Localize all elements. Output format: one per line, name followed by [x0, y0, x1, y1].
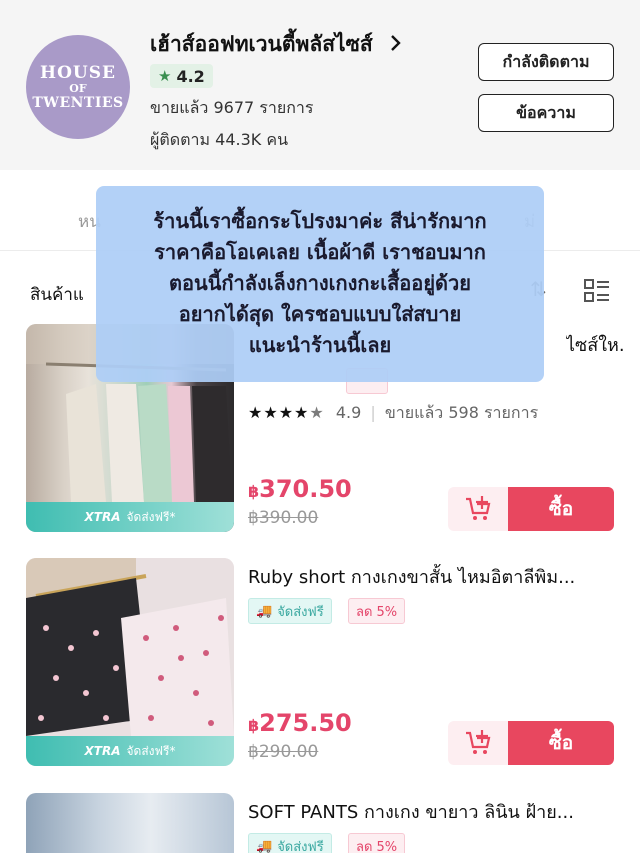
product-rating-row: ★★★★★ 4.9 | ขายแล้ว 598 รายการ [248, 401, 538, 426]
caption-line: ตอนนี้กำลังเล็งกางเกงกะเสื้ออยู่ด้วย [169, 271, 471, 295]
free-shipping-strip: XTRA จัดส่งฟรี* [26, 736, 234, 766]
shorts-illustration [26, 558, 234, 736]
free-shipping-strip: XTRA จัดส่งฟรี* [26, 502, 234, 532]
strip-brand: XTRA [84, 744, 121, 758]
shop-name[interactable]: เฮ้าส์ออฟทเวนตี้พลัสไซส์ [150, 28, 402, 61]
badge-text: จัดส่งฟรี [277, 839, 324, 853]
add-to-cart-button[interactable] [448, 487, 508, 531]
discount-badge: ลด 5% [348, 598, 406, 624]
cart-plus-icon [466, 496, 491, 520]
price-value: 370.50 [259, 475, 352, 503]
caption-line: แนะนำร้านนี้เลย [248, 333, 392, 357]
strip-text: จัดส่งฟรี* [126, 743, 176, 758]
chevron-right-icon[interactable] [390, 32, 402, 56]
shop-logo[interactable]: HOUSE OF TWENTIES [26, 35, 130, 139]
caption-line: อยากได้สุด ใครชอบแบบใส่สบาย [178, 302, 462, 326]
buy-button[interactable]: ซื้อ [508, 721, 614, 765]
truck-icon: 🚚 [256, 603, 273, 619]
product-title-text: ไซส์ให... [566, 335, 626, 356]
logo-text-of: OF [69, 81, 87, 95]
original-price: ฿290.00 [248, 742, 319, 762]
product-title[interactable]: Ruby short กางเกงขาสั้น ไหมอิตาลีพิม... [248, 562, 618, 591]
strip-text: จัดส่งฟรี* [126, 509, 176, 524]
shop-header: HOUSE OF TWENTIES เฮ้าส์ออฟทเวนตี้พลัสไซ… [0, 0, 640, 170]
shop-sold-count: ขายแล้ว 9677 รายการ [150, 98, 314, 117]
caption-line: ร้านนี้เราซื้อกระโปรงมาค่ะ สีน่ารักมาก [153, 209, 487, 233]
shop-followers: ผู้ติดตาม 44.3K คน [150, 130, 289, 149]
divider: | [370, 403, 376, 422]
product-title[interactable]: SOFT PANTS กางเกง ขายาว ลินิน ฝ้าย... [248, 797, 618, 826]
product-card[interactable]: XTRA จัดส่งฟรี* Ruby short กางเกงขาสั้น … [0, 558, 640, 768]
caption-line: ราคาคือโอเคเลย เนื้อผ้าดี เราชอบมาก [154, 240, 486, 264]
following-button[interactable]: กำลังติดตาม [478, 43, 614, 81]
shop-rating-value: 4.2 [176, 66, 205, 86]
product-image-soft-pants[interactable] [26, 793, 234, 853]
badge-text: จัดส่งฟรี [277, 604, 324, 620]
logo-text-house: HOUSE [40, 62, 116, 83]
free-shipping-badge: 🚚 จัดส่งฟรี [248, 833, 332, 853]
product-price: ฿275.50 [248, 709, 352, 737]
logo-text-twenties: TWENTIES [32, 94, 124, 111]
buy-button[interactable]: ซื้อ [508, 487, 614, 531]
product-image-shorts[interactable]: XTRA จัดส่งฟรี* [26, 558, 234, 766]
rating-stars-icon: ★★★★★ [248, 403, 325, 422]
product-sold-count: ขายแล้ว 598 รายการ [384, 403, 539, 422]
product-title[interactable]: ไซส์ให... [566, 330, 626, 359]
cart-plus-icon [466, 730, 491, 754]
shop-name-text: เฮ้าส์ออฟทเวนตี้พลัสไซส์ [150, 32, 373, 56]
strip-brand: XTRA [84, 510, 121, 524]
currency-symbol: ฿ [248, 482, 260, 501]
price-value: 275.50 [259, 709, 352, 737]
star-icon: ★ [158, 67, 172, 85]
review-caption-overlay: ร้านนี้เราซื้อกระโปรงมาค่ะ สีน่ารักมาก ร… [96, 186, 544, 382]
list-view-icon[interactable] [584, 278, 610, 304]
product-rating-value: 4.9 [335, 403, 362, 422]
product-price: ฿370.50 [248, 475, 352, 503]
shop-rating-badge: ★ 4.2 [150, 64, 213, 88]
product-card[interactable]: SOFT PANTS กางเกง ขายาว ลินิน ฝ้าย... 🚚 … [0, 793, 640, 853]
discount-badge: ลด 5% [348, 833, 406, 853]
filter-all-products[interactable]: สินค้าแ [30, 281, 84, 308]
message-button[interactable]: ข้อความ [478, 94, 614, 132]
original-price: ฿390.00 [248, 508, 319, 528]
truck-icon: 🚚 [256, 838, 273, 853]
free-shipping-badge: 🚚 จัดส่งฟรี [248, 598, 332, 624]
currency-symbol: ฿ [248, 716, 260, 735]
add-to-cart-button[interactable] [448, 721, 508, 765]
